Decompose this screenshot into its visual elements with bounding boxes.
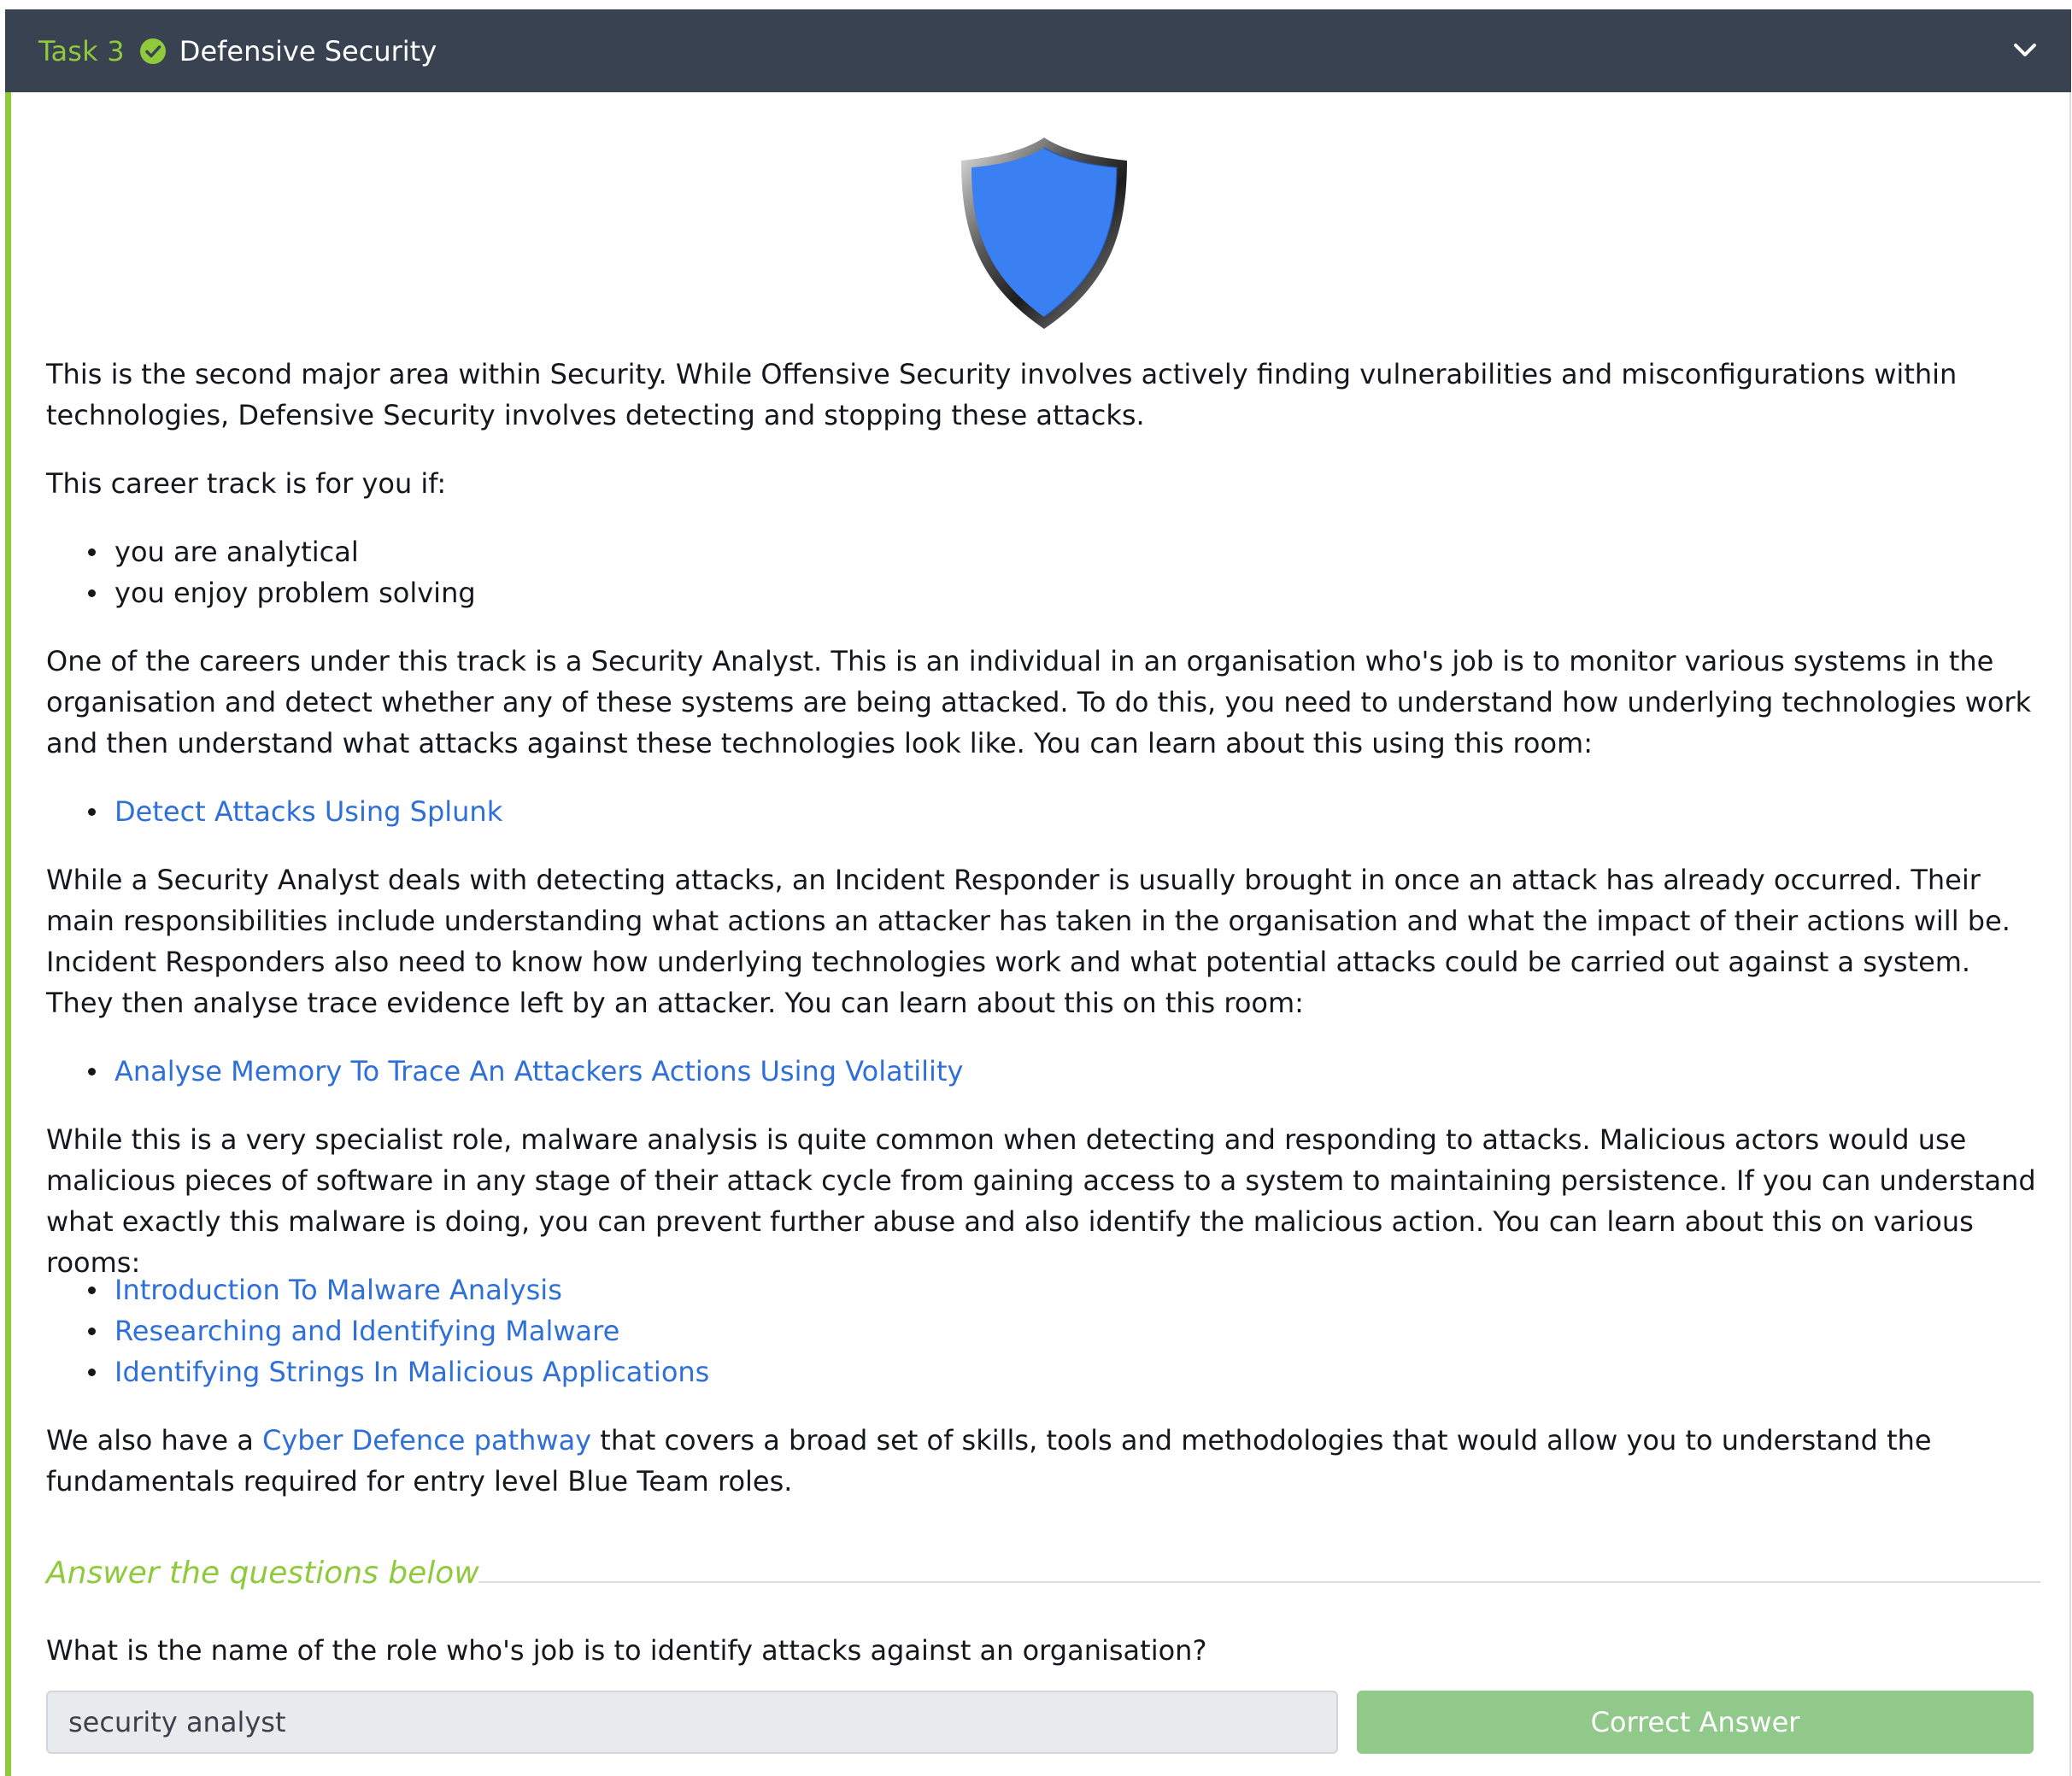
answer-input[interactable] xyxy=(46,1691,1338,1754)
task-title: Defensive Security xyxy=(179,34,437,67)
malware-links-list: Introduction To Malware Analysis Researc… xyxy=(46,1269,709,1392)
question-text: What is the name of the role who's job i… xyxy=(46,1634,1207,1667)
chevron-down-icon[interactable] xyxy=(2011,37,2039,64)
analyse-memory-volatility-link[interactable]: Analyse Memory To Trace An Attackers Act… xyxy=(114,1055,963,1087)
shield-icon xyxy=(961,138,1127,329)
correct-answer-button[interactable]: Correct Answer xyxy=(1357,1691,2034,1754)
responder-links-list: Analyse Memory To Trace An Attackers Act… xyxy=(46,1051,963,1092)
intro-malware-analysis-link[interactable]: Introduction To Malware Analysis xyxy=(114,1274,562,1306)
detect-attacks-splunk-link[interactable]: Detect Attacks Using Splunk xyxy=(114,795,502,828)
career-track-intro: This career track is for you if: xyxy=(46,467,447,500)
intro-paragraph: This is the second major area within Sec… xyxy=(46,358,1958,431)
traits-list: you are analytical you enjoy problem sol… xyxy=(46,531,476,613)
task-accent-bar xyxy=(5,92,11,1776)
list-item: Identifying Strings In Malicious Applica… xyxy=(46,1351,709,1392)
section-divider xyxy=(478,1581,2040,1583)
cyber-defence-pathway-link[interactable]: Cyber Defence pathway xyxy=(262,1424,591,1457)
security-analyst-paragraph: One of the careers under this track is a… xyxy=(46,645,2032,759)
task-number: Task 3 xyxy=(38,34,125,67)
list-item: you enjoy problem solving xyxy=(46,572,476,613)
pathway-paragraph: We also have a Cyber Defence pathway tha… xyxy=(46,1420,2040,1502)
incident-responder-paragraph: While a Security Analyst deals with dete… xyxy=(46,864,2010,1019)
malware-analysis-paragraph: While this is a very specialist role, ma… xyxy=(46,1123,2036,1279)
list-item: Researching and Identifying Malware xyxy=(46,1310,709,1351)
task-header[interactable]: Task 3 Defensive Security xyxy=(5,9,2071,92)
list-item: you are analytical xyxy=(46,531,476,572)
answer-questions-heading: Answer the questions below xyxy=(46,1556,479,1591)
list-item: Detect Attacks Using Splunk xyxy=(46,791,502,832)
pathway-prefix: We also have a xyxy=(46,1424,263,1457)
analyst-links-list: Detect Attacks Using Splunk xyxy=(46,791,502,832)
researching-malware-link[interactable]: Researching and Identifying Malware xyxy=(114,1315,619,1347)
list-item: Analyse Memory To Trace An Attackers Act… xyxy=(46,1051,963,1092)
identifying-strings-link[interactable]: Identifying Strings In Malicious Applica… xyxy=(114,1356,709,1388)
task-panel: Task 3 Defensive Security This is the se… xyxy=(5,9,2071,1776)
list-item: Introduction To Malware Analysis xyxy=(46,1269,709,1310)
check-circle-icon xyxy=(139,38,166,64)
